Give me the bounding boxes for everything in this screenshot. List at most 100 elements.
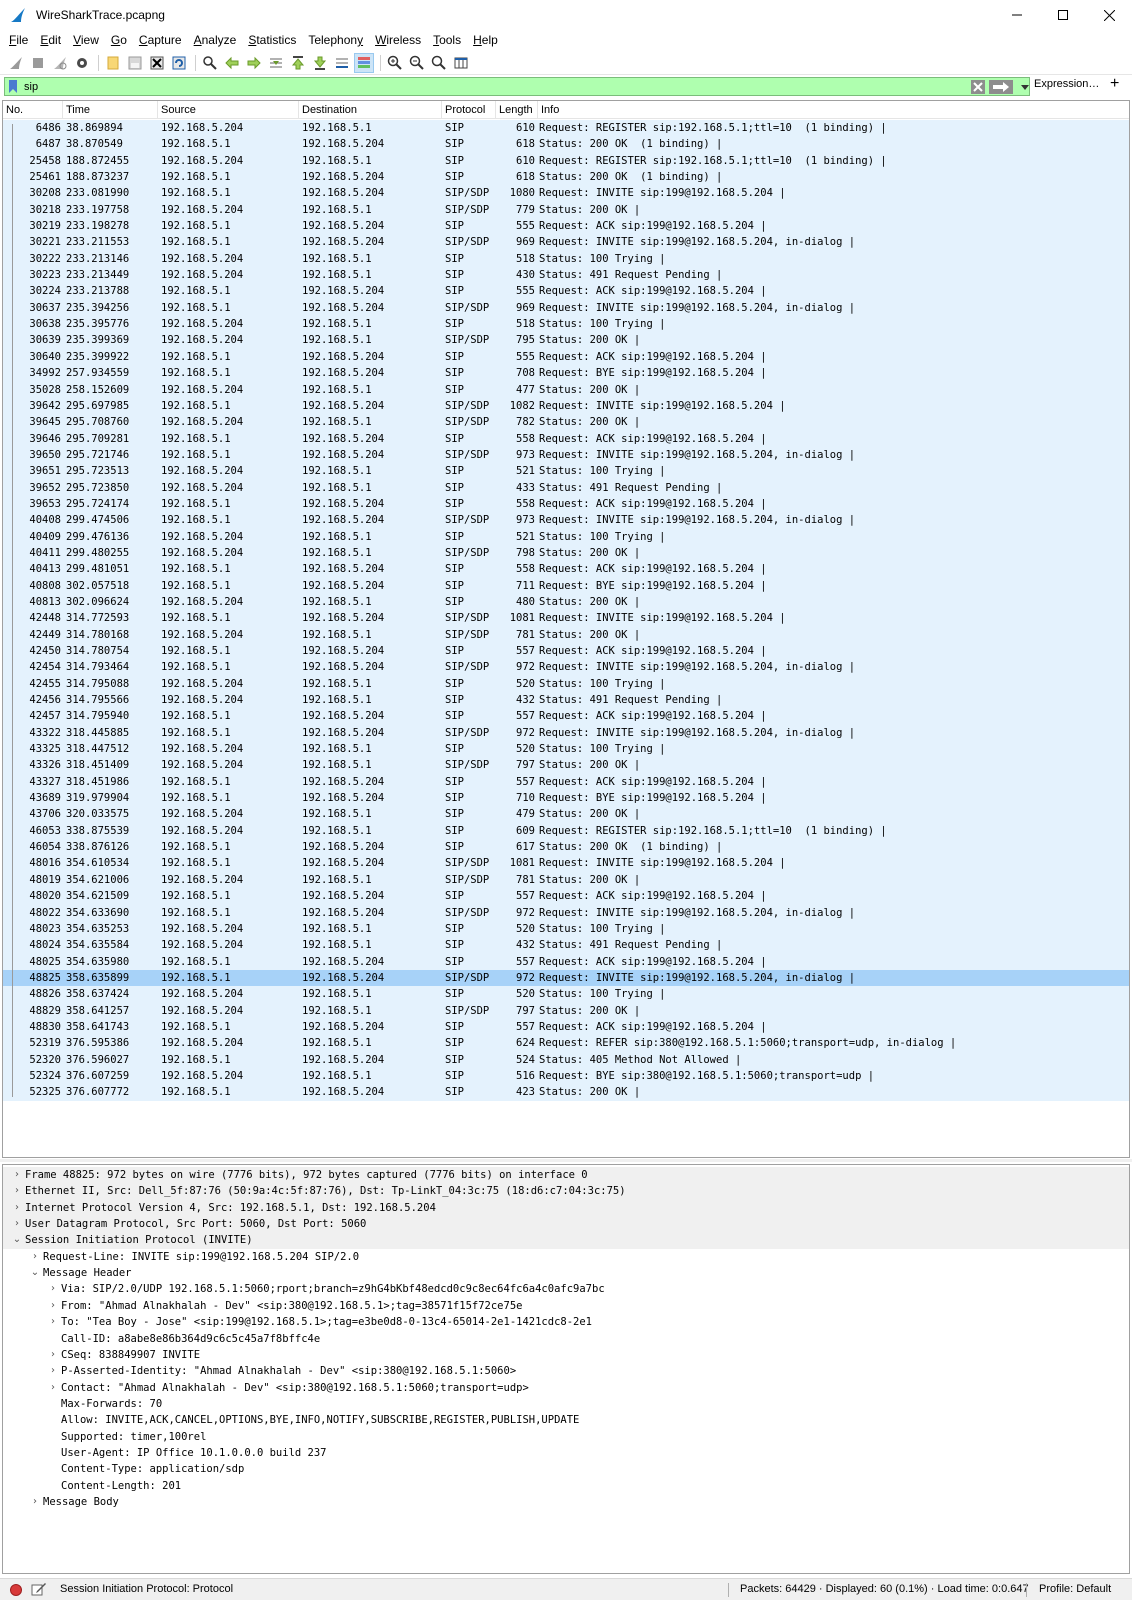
- detail-tree-item[interactable]: › Ethernet II, Src: Dell_5f:87:76 (50:9a:…: [3, 1183, 1129, 1200]
- detail-tree-item[interactable]: Content-Length: 201: [3, 1478, 1129, 1494]
- detail-tree-item[interactable]: › Via: SIP/2.0/UDP 192.168.5.1:5060;rport…: [3, 1281, 1129, 1297]
- column-header-time[interactable]: Time: [63, 101, 158, 119]
- status-profile[interactable]: Profile: Default: [1039, 1583, 1111, 1595]
- packet-row[interactable]: 30223 233.213449 192.168.5.204 192.168.5.1 S…: [3, 267, 1129, 284]
- packet-details-tree[interactable]: › Frame 48825: 972 bytes on wire (7776 bi…: [2, 1164, 1130, 1574]
- minimize-button[interactable]: [994, 0, 1040, 30]
- packet-row[interactable]: 35028 258.152609 192.168.5.204 192.168.5.1 S…: [3, 381, 1129, 398]
- packet-row[interactable]: 40409 299.476136 192.168.5.204 192.168.5.1 S…: [3, 528, 1129, 545]
- packet-row[interactable]: 42449 314.780168 192.168.5.204 192.168.5.1 S…: [3, 626, 1129, 643]
- open-file-button[interactable]: [103, 53, 123, 73]
- find-packet-button[interactable]: [200, 53, 220, 73]
- packet-row[interactable]: 48016 354.610534 192.168.5.1 192.168.5.204 S…: [3, 855, 1129, 872]
- detail-tree-item[interactable]: ⌄ Message Header: [3, 1265, 1129, 1281]
- detail-tree-item[interactable]: Max-Forwards: 70: [3, 1396, 1129, 1412]
- stop-capture-button[interactable]: [28, 53, 48, 73]
- chevron-down-icon[interactable]: ⌄: [29, 1265, 41, 1281]
- packet-row[interactable]: 25461 188.873237 192.168.5.1 192.168.5.204 S…: [3, 169, 1129, 186]
- menu-edit[interactable]: Edit: [35, 33, 66, 47]
- packet-row[interactable]: 42448 314.772593 192.168.5.1 192.168.5.204 S…: [3, 610, 1129, 627]
- edit-comment-icon[interactable]: [31, 1582, 47, 1596]
- normal-size-button[interactable]: [429, 53, 449, 73]
- column-header-protocol[interactable]: Protocol: [442, 101, 496, 119]
- expert-info-icon[interactable]: [10, 1584, 22, 1596]
- packet-row[interactable]: 46053 338.875539 192.168.5.204 192.168.5.1 S…: [3, 822, 1129, 840]
- packet-row[interactable]: 39653 295.724174 192.168.5.1 192.168.5.204 S…: [3, 495, 1129, 513]
- zoom-out-button[interactable]: [407, 53, 427, 73]
- packet-row[interactable]: 40408 299.474506 192.168.5.1 192.168.5.204 S…: [3, 512, 1129, 529]
- menu-tools[interactable]: Tools: [428, 33, 466, 47]
- menu-help[interactable]: Help: [468, 33, 503, 47]
- packet-row[interactable]: 40813 302.096624 192.168.5.204 192.168.5.1 S…: [3, 593, 1129, 611]
- column-header-destination[interactable]: Destination: [299, 101, 442, 119]
- maximize-button[interactable]: [1040, 0, 1086, 30]
- packet-row[interactable]: 30219 233.198278 192.168.5.1 192.168.5.204 S…: [3, 218, 1129, 235]
- detail-tree-item[interactable]: Call-ID: a8abe8e86b364d9c6c5c45a7f8bffc4…: [3, 1331, 1129, 1347]
- packet-row[interactable]: 30222 233.213146 192.168.5.204 192.168.5.1 S…: [3, 250, 1129, 268]
- chevron-right-icon[interactable]: ›: [11, 1216, 23, 1232]
- chevron-right-icon[interactable]: ›: [11, 1183, 23, 1199]
- detail-tree-item[interactable]: Supported: timer,100rel: [3, 1429, 1129, 1445]
- packet-row[interactable]: 52320 376.596027 192.168.5.1 192.168.5.204 S…: [3, 1051, 1129, 1068]
- packet-row[interactable]: 48826 358.637424 192.168.5.204 192.168.5.1 S…: [3, 986, 1129, 1003]
- expression-button[interactable]: Expression…: [1034, 78, 1099, 90]
- packet-row[interactable]: 42454 314.793464 192.168.5.1 192.168.5.204 S…: [3, 659, 1129, 676]
- packet-row[interactable]: 42457 314.795940 192.168.5.1 192.168.5.204 S…: [3, 708, 1129, 725]
- packet-row[interactable]: 30224 233.213788 192.168.5.1 192.168.5.204 S…: [3, 283, 1129, 300]
- packet-row[interactable]: 30638 235.395776 192.168.5.204 192.168.5.1 S…: [3, 316, 1129, 333]
- packet-row[interactable]: 48830 358.641743 192.168.5.1 192.168.5.204 S…: [3, 1018, 1129, 1036]
- packet-row[interactable]: 48025 354.635980 192.168.5.1 192.168.5.204 S…: [3, 953, 1129, 970]
- detail-tree-item[interactable]: › To: "Tea Boy - Jose" <sip:199@192.168.5…: [3, 1314, 1129, 1330]
- first-packet-button[interactable]: [288, 53, 308, 73]
- detail-tree-item[interactable]: › Contact: "Ahmad Alnakhalah - Dev" <sip:…: [3, 1380, 1129, 1396]
- restart-capture-button[interactable]: [50, 53, 70, 73]
- menu-view[interactable]: View: [68, 33, 104, 47]
- reload-file-button[interactable]: [169, 53, 189, 73]
- chevron-right-icon[interactable]: ›: [47, 1281, 59, 1297]
- packet-row[interactable]: 52325 376.607772 192.168.5.1 192.168.5.204 S…: [3, 1084, 1129, 1101]
- detail-tree-item[interactable]: User-Agent: IP Office 10.1.0.0.0 build 2…: [3, 1445, 1129, 1461]
- packet-row[interactable]: 30221 233.211553 192.168.5.1 192.168.5.204 S…: [3, 234, 1129, 251]
- detail-tree-item[interactable]: Content-Type: application/sdp: [3, 1461, 1129, 1477]
- packet-row-selected[interactable]: 48825 358.635899 192.168.5.1 192.168.5.204 S…: [3, 969, 1129, 987]
- packet-row[interactable]: 6486 38.869894 192.168.5.204 192.168.5.1 SIP…: [3, 120, 1129, 137]
- packet-row[interactable]: 43322 318.445885 192.168.5.1 192.168.5.204 S…: [3, 724, 1129, 742]
- packet-row[interactable]: 42456 314.795566 192.168.5.204 192.168.5.1 S…: [3, 692, 1129, 709]
- packet-row[interactable]: 30639 235.399369 192.168.5.204 192.168.5.1 S…: [3, 332, 1129, 349]
- chevron-right-icon[interactable]: ›: [29, 1494, 41, 1510]
- menu-telephony[interactable]: Telephony: [303, 33, 368, 47]
- packet-row[interactable]: 34992 257.934559 192.168.5.1 192.168.5.204 S…: [3, 365, 1129, 382]
- chevron-right-icon[interactable]: ›: [47, 1298, 59, 1314]
- auto-scroll-button[interactable]: [332, 53, 352, 73]
- packet-list[interactable]: No. Time Source Destination Protocol Len…: [2, 100, 1130, 1158]
- detail-tree-item[interactable]: ⌄ Session Initiation Protocol (INVITE): [3, 1232, 1129, 1249]
- apply-filter-arrow-icon[interactable]: [989, 80, 1013, 94]
- packet-row[interactable]: 40413 299.481051 192.168.5.1 192.168.5.204 S…: [3, 561, 1129, 578]
- packet-row[interactable]: 30640 235.399922 192.168.5.1 192.168.5.204 S…: [3, 348, 1129, 366]
- detail-tree-item[interactable]: › Frame 48825: 972 bytes on wire (7776 bi…: [3, 1167, 1129, 1184]
- packet-row[interactable]: 40808 302.057518 192.168.5.1 192.168.5.204 S…: [3, 577, 1129, 594]
- capture-options-button[interactable]: [72, 53, 92, 73]
- menu-statistics[interactable]: Statistics: [243, 33, 301, 47]
- packet-row[interactable]: 30208 233.081990 192.168.5.1 192.168.5.204 S…: [3, 185, 1129, 202]
- column-header-source[interactable]: Source: [158, 101, 299, 119]
- packet-row[interactable]: 48019 354.621006 192.168.5.204 192.168.5.1 S…: [3, 871, 1129, 889]
- packet-row[interactable]: 48020 354.621509 192.168.5.1 192.168.5.204 S…: [3, 888, 1129, 905]
- packet-row[interactable]: 39652 295.723850 192.168.5.204 192.168.5.1 S…: [3, 479, 1129, 496]
- packet-row[interactable]: 39651 295.723513 192.168.5.204 192.168.5.1 S…: [3, 463, 1129, 480]
- column-header-info[interactable]: Info: [538, 101, 1129, 119]
- packet-row[interactable]: 52324 376.607259 192.168.5.204 192.168.5.1 S…: [3, 1067, 1129, 1085]
- packet-row[interactable]: 42455 314.795088 192.168.5.204 192.168.5.1 S…: [3, 675, 1129, 693]
- detail-tree-item[interactable]: › User Datagram Protocol, Src Port: 5060,…: [3, 1216, 1129, 1233]
- packet-row[interactable]: 46054 338.876126 192.168.5.1 192.168.5.204 S…: [3, 839, 1129, 856]
- chevron-right-icon[interactable]: ›: [29, 1249, 41, 1265]
- detail-tree-item[interactable]: Allow: INVITE,ACK,CANCEL,OPTIONS,BYE,INF…: [3, 1412, 1129, 1428]
- colorize-button[interactable]: [354, 52, 374, 73]
- packet-row[interactable]: 39646 295.709281 192.168.5.1 192.168.5.204 S…: [3, 430, 1129, 447]
- packet-row[interactable]: 6487 38.870549 192.168.5.1 192.168.5.204 SIP…: [3, 136, 1129, 153]
- packet-row[interactable]: 43327 318.451986 192.168.5.1 192.168.5.204 S…: [3, 773, 1129, 791]
- bookmark-icon[interactable]: [7, 80, 19, 93]
- column-header-no[interactable]: No.: [3, 101, 63, 119]
- detail-tree-item[interactable]: › Internet Protocol Version 4, Src: 192.1…: [3, 1199, 1129, 1217]
- last-packet-button[interactable]: [310, 53, 330, 73]
